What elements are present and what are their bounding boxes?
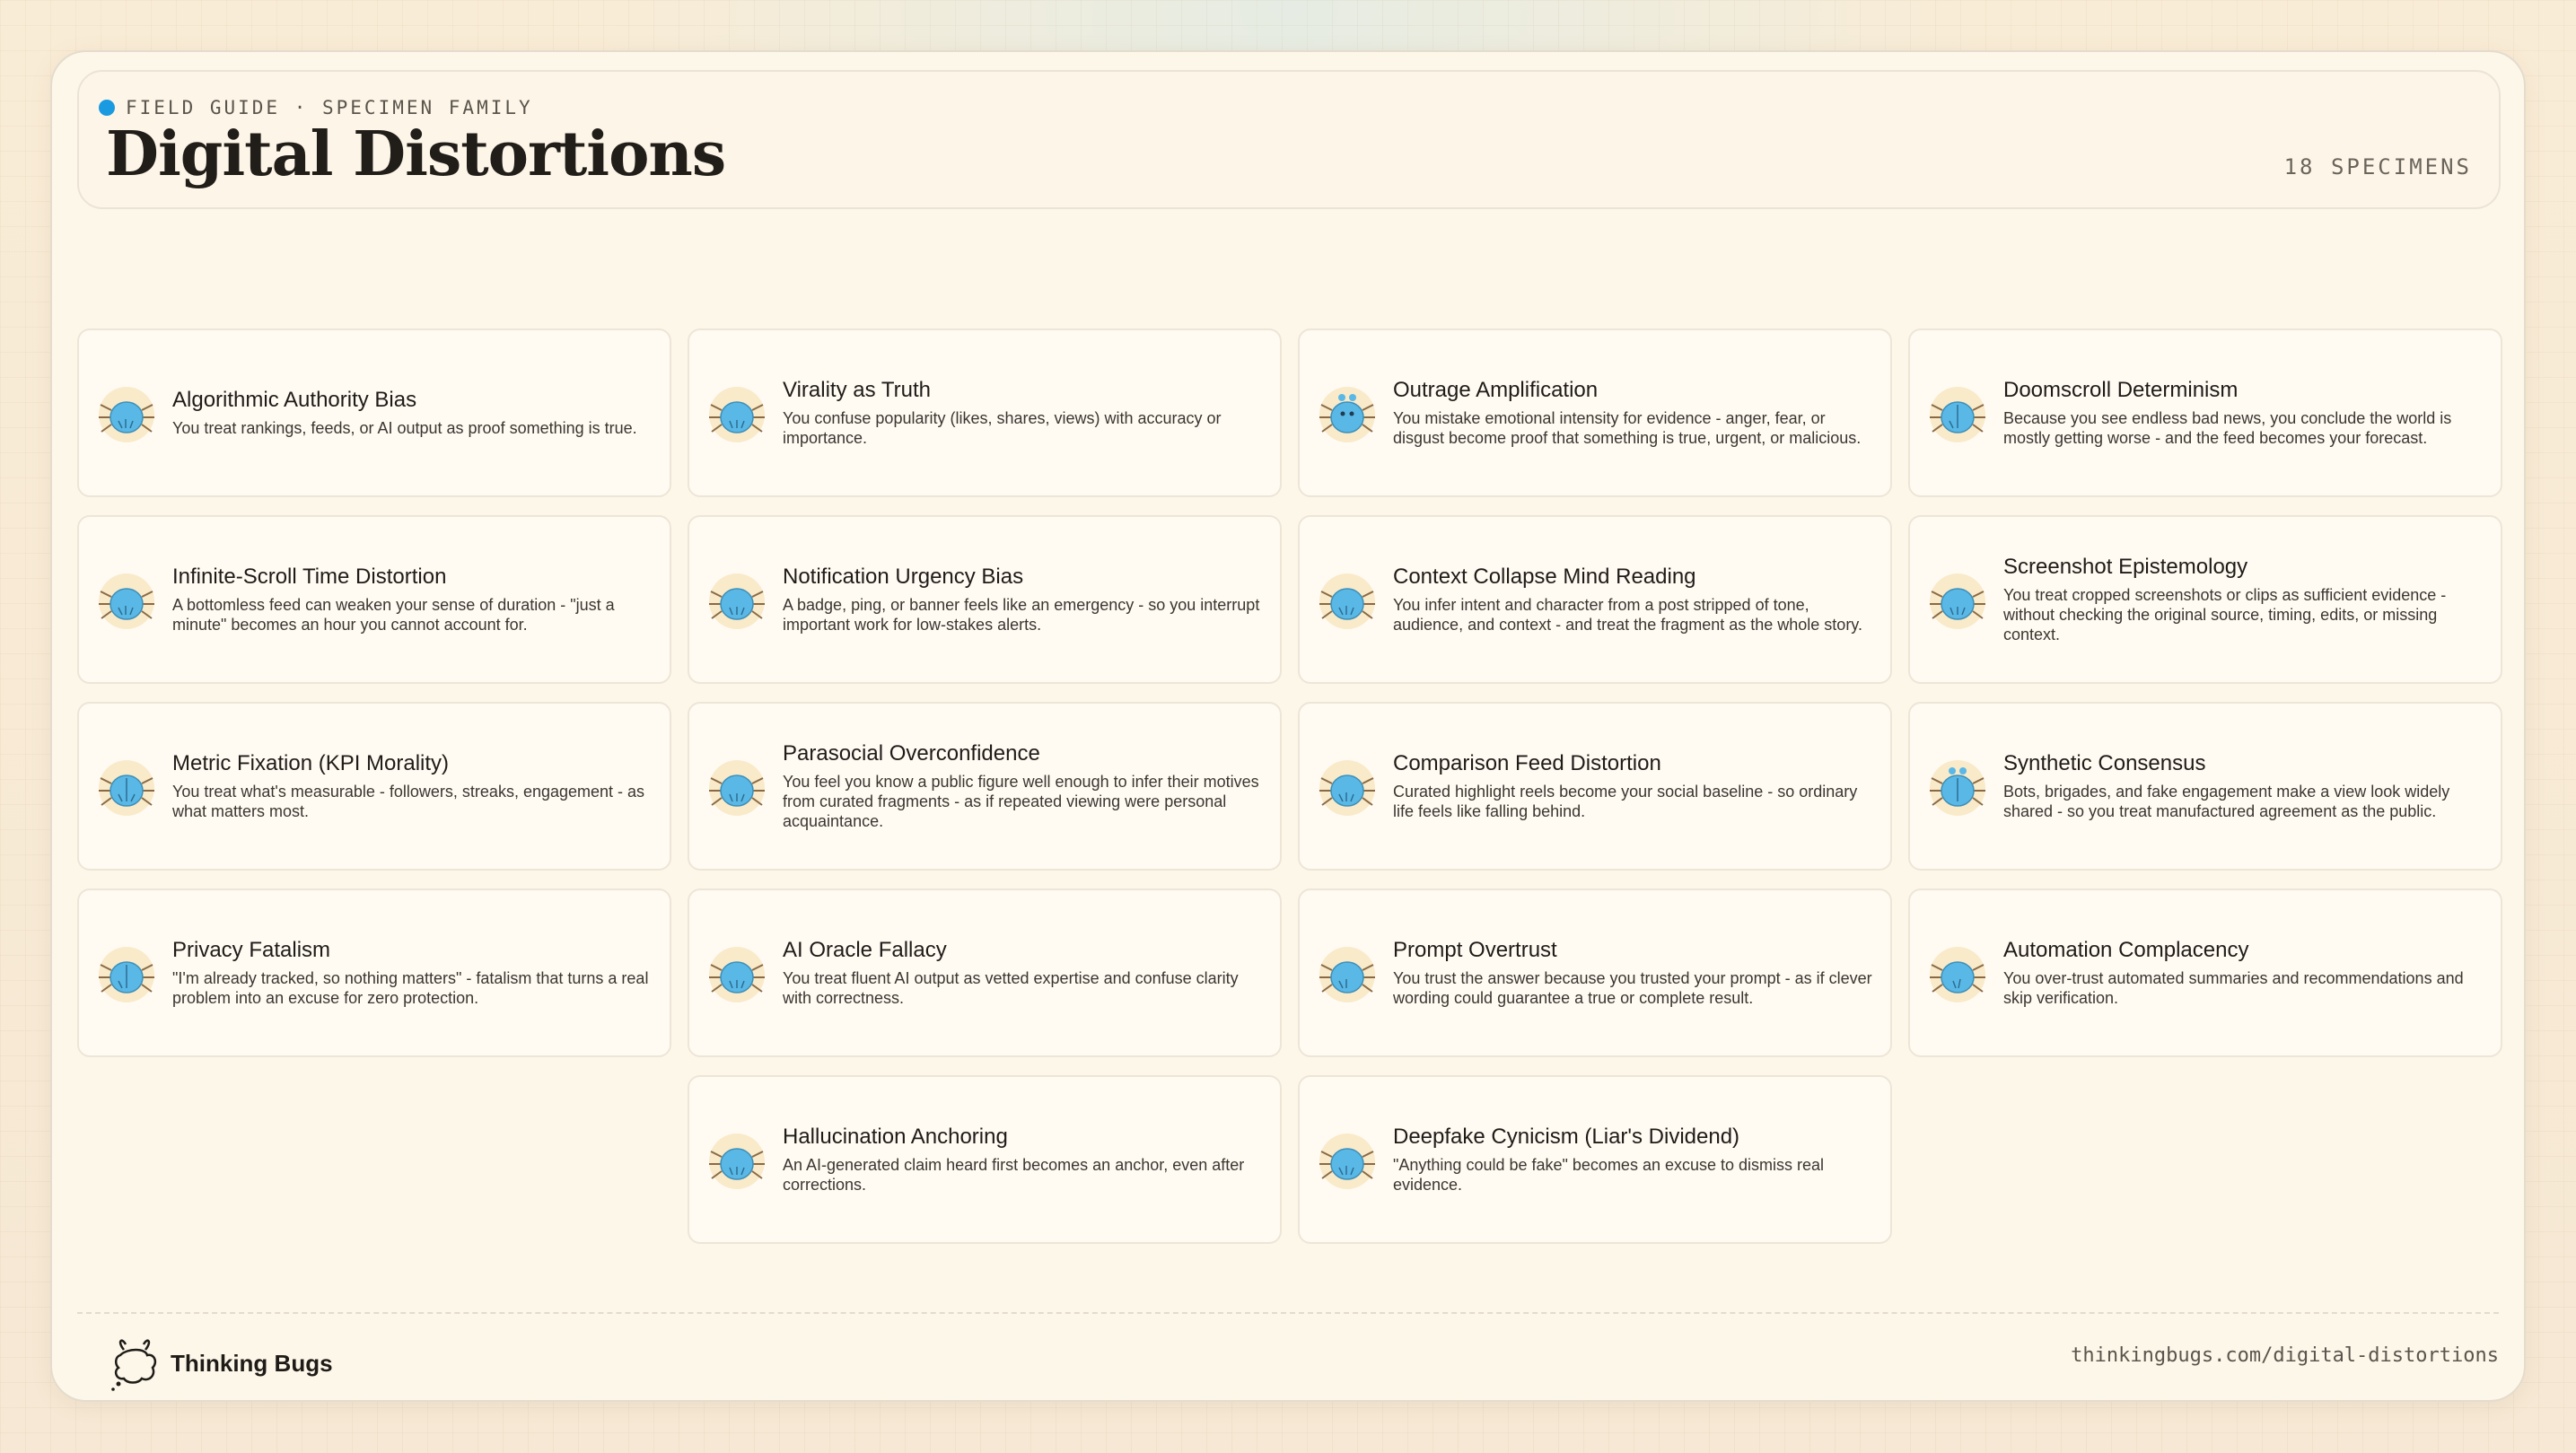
specimen-card[interactable]: Virality as Truth You confuse popularity… <box>688 328 1282 497</box>
specimen-card[interactable]: Algorithmic Authority Bias You treat ran… <box>77 328 671 497</box>
specimen-name: Outrage Amplification <box>1393 378 1599 402</box>
specimen-card[interactable]: Parasocial Overconfidence You feel you k… <box>688 702 1282 871</box>
bug-icon <box>1319 573 1375 629</box>
bug-icon <box>1319 387 1375 442</box>
specimen-description: You treat what's measurable - followers,… <box>172 783 645 820</box>
specimen-description: You over-trust automated summaries and r… <box>2003 969 2464 1007</box>
specimen-description: You treat fluent AI output as vetted exp… <box>783 969 1239 1007</box>
bug-icon <box>99 947 154 1002</box>
bug-icon <box>709 760 765 816</box>
bug-icon <box>1930 573 1985 629</box>
specimen-card[interactable]: Automation Complacency You over-trust au… <box>1908 888 2502 1057</box>
specimen-card[interactable]: Notification Urgency Bias A badge, ping,… <box>688 515 1282 684</box>
specimen-name: Context Collapse Mind Reading <box>1393 565 1696 589</box>
specimen-description: "I'm already tracked, so nothing matters… <box>172 969 649 1007</box>
specimen-card[interactable]: Screenshot Epistemology You treat croppe… <box>1908 515 2502 684</box>
specimen-card[interactable]: Metric Fixation (KPI Morality) You treat… <box>77 702 671 871</box>
specimen-name: Hallucination Anchoring <box>783 1125 1008 1149</box>
footer-divider <box>77 1312 2499 1314</box>
bug-icon <box>1930 387 1985 442</box>
brand-name: Thinking Bugs <box>171 1349 333 1377</box>
specimen-name: Notification Urgency Bias <box>783 565 1024 589</box>
specimen-card[interactable]: Context Collapse Mind Reading You infer … <box>1298 515 1892 684</box>
specimen-description: You confuse popularity (likes, shares, v… <box>783 409 1222 447</box>
bug-icon <box>99 760 154 816</box>
specimen-count: 18 SPECIMENS <box>2283 154 2472 179</box>
brand[interactable]: Thinking Bugs <box>110 1335 333 1391</box>
bug-icon <box>709 1134 765 1189</box>
page-title: Digital Distortions <box>106 118 726 190</box>
dot-icon <box>99 100 115 116</box>
specimen-name: Synthetic Consensus <box>2003 751 2206 775</box>
specimen-name: Algorithmic Authority Bias <box>172 388 417 412</box>
specimen-name: Screenshot Epistemology <box>2003 555 2248 579</box>
eyebrow: FIELD GUIDE · SPECIMEN FAMILY <box>99 97 533 118</box>
specimen-name: Deepfake Cynicism (Liar's Dividend) <box>1393 1125 1740 1149</box>
specimen-name: Metric Fixation (KPI Morality) <box>172 751 450 775</box>
specimen-description: A badge, ping, or banner feels like an e… <box>783 596 1260 634</box>
specimen-card[interactable]: Deepfake Cynicism (Liar's Dividend) "Any… <box>1298 1075 1892 1244</box>
specimen-name: Infinite-Scroll Time Distortion <box>172 565 447 589</box>
specimen-name: Virality as Truth <box>783 378 931 402</box>
bug-icon <box>1319 947 1375 1002</box>
specimen-card[interactable]: Prompt Overtrust You trust the answer be… <box>1298 888 1892 1057</box>
specimen-card[interactable]: Synthetic Consensus Bots, brigades, and … <box>1908 702 2502 871</box>
specimen-description: Because you see endless bad news, you co… <box>2003 409 2452 447</box>
specimen-name: Parasocial Overconfidence <box>783 741 1040 766</box>
bug-icon <box>1319 760 1375 816</box>
bug-icon <box>1319 1134 1375 1189</box>
field-guide-panel: FIELD GUIDE · SPECIMEN FAMILY Digital Di… <box>50 50 2526 1402</box>
bug-icon <box>709 947 765 1002</box>
specimen-card[interactable]: Privacy Fatalism "I'm already tracked, s… <box>77 888 671 1057</box>
bug-icon <box>1930 760 1985 816</box>
bug-icon <box>99 573 154 629</box>
specimen-name: Prompt Overtrust <box>1393 938 1557 962</box>
header: FIELD GUIDE · SPECIMEN FAMILY Digital Di… <box>77 70 2501 209</box>
specimen-description: You trust the answer because you trusted… <box>1393 969 1872 1007</box>
specimen-description: A bottomless feed can weaken your sense … <box>172 596 615 634</box>
specimen-card[interactable]: Infinite-Scroll Time Distortion A bottom… <box>77 515 671 684</box>
specimen-name: Comparison Feed Distortion <box>1393 751 1661 775</box>
footer-url[interactable]: thinkingbugs.com/digital-distortions <box>2071 1344 2499 1367</box>
specimen-card[interactable]: Comparison Feed Distortion Curated highl… <box>1298 702 1892 871</box>
bug-icon <box>1930 947 1985 1002</box>
specimen-card[interactable]: Hallucination Anchoring An AI-generated … <box>688 1075 1282 1244</box>
specimen-card[interactable]: Outrage Amplification You mistake emotio… <box>1298 328 1892 497</box>
specimen-card[interactable]: Doomscroll Determinism Because you see e… <box>1908 328 2502 497</box>
specimen-name: AI Oracle Fallacy <box>783 938 947 962</box>
bug-icon <box>709 387 765 442</box>
specimen-name: Doomscroll Determinism <box>2003 378 2239 402</box>
specimen-description: You treat cropped screenshots or clips a… <box>2003 586 2447 643</box>
specimen-card[interactable]: AI Oracle Fallacy You treat fluent AI ou… <box>688 888 1282 1057</box>
bug-icon <box>709 573 765 629</box>
specimen-description: Bots, brigades, and fake engagement make… <box>2003 783 2450 820</box>
bug-icon <box>99 387 154 442</box>
thinking-bug-logo-icon <box>111 1339 157 1391</box>
specimen-description: You treat rankings, feeds, or AI output … <box>172 419 637 437</box>
eyebrow-label: FIELD GUIDE · SPECIMEN FAMILY <box>126 97 533 118</box>
specimen-name: Automation Complacency <box>2003 938 2249 962</box>
specimen-description: You feel you know a public figure well e… <box>783 773 1259 830</box>
specimen-description: An AI-generated claim heard first become… <box>783 1156 1245 1194</box>
specimen-description: You mistake emotional intensity for evid… <box>1393 409 1862 447</box>
specimen-description: You infer intent and character from a po… <box>1393 596 1862 634</box>
specimen-description: "Anything could be fake" becomes an excu… <box>1393 1156 1825 1194</box>
specimen-name: Privacy Fatalism <box>172 938 331 962</box>
specimen-description: Curated highlight reels become your soci… <box>1393 783 1858 820</box>
